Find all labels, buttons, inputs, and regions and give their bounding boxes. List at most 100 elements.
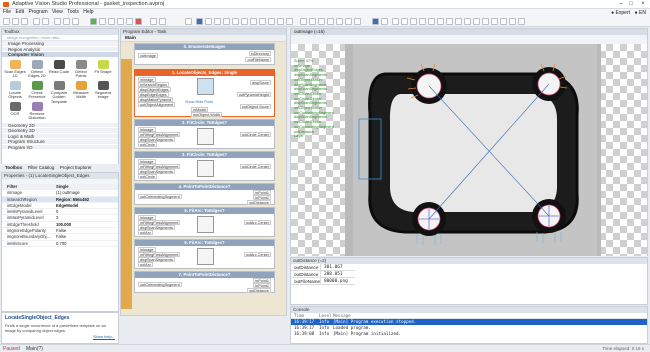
tab-toolbox[interactable]: Toolbox	[5, 165, 22, 170]
tool-detect-points[interactable]: Detect Points	[70, 59, 92, 80]
move-icon[interactable]	[381, 18, 388, 25]
step-out-icon[interactable]	[126, 18, 133, 25]
maximize-icon[interactable]: □	[627, 1, 635, 7]
program-step[interactable]: 7. PointToPointDistance? outConnectingSe…	[134, 271, 275, 293]
step-port[interactable]: outCircle	[138, 142, 157, 147]
step-port[interactable]: outCircle	[138, 174, 157, 179]
step-port[interactable]: outObjectAlignment	[138, 102, 176, 107]
stop-icon[interactable]	[135, 18, 142, 25]
arc-tool-icon[interactable]	[437, 18, 444, 25]
step-port[interactable]: outConnectingSegment	[138, 282, 182, 287]
tab-project-explorer[interactable]: Project Explorer	[60, 165, 92, 170]
split-icon[interactable]	[318, 18, 325, 25]
data-row[interactable]: outDistance 288.051	[291, 271, 647, 278]
menu-edit[interactable]: Edit	[15, 9, 24, 16]
camera-icon[interactable]	[150, 18, 157, 25]
tool-remove-distortion[interactable]: Remove Distortion	[26, 101, 48, 122]
ruler-icon[interactable]	[259, 18, 266, 25]
circle-tool-icon[interactable]	[401, 18, 408, 25]
step-port[interactable]: outCircle.Center	[239, 164, 271, 169]
show-hide-ports-link[interactable]: Show Hide Ports	[185, 100, 213, 104]
tool-compare-golden[interactable]: Compare Golden Template	[48, 80, 70, 103]
rectangle-tool-icon[interactable]	[392, 18, 399, 25]
data-row[interactable]: outFileName 00000.png	[291, 278, 647, 285]
polygon-tool-icon[interactable]	[410, 18, 417, 25]
line-tool-icon[interactable]	[419, 18, 426, 25]
text-icon[interactable]	[241, 18, 248, 25]
step-port[interactable]: outFileName	[245, 57, 271, 62]
step-port[interactable]: outObject.Score	[239, 104, 271, 109]
step-port[interactable]: outCircle.Center	[239, 132, 271, 137]
program-step[interactable]: 4. PointToPointDistance? outConnectingSe…	[134, 183, 275, 205]
image-canvas[interactable]: Zoom: 47% outImage dispObjectEdges dispS…	[291, 44, 647, 256]
step-port[interactable]: dispScore	[250, 80, 271, 85]
align-icon[interactable]	[518, 18, 525, 25]
close-icon[interactable]: ×	[639, 1, 647, 7]
tab-filter-catalog[interactable]: Filter Catalog	[28, 165, 55, 170]
step-port[interactable]: outConnectingSegment	[138, 194, 182, 199]
shape-icon[interactable]	[277, 18, 284, 25]
image-icon[interactable]	[345, 18, 352, 25]
program-step-selected[interactable]: 1. LocateObjects_Edges: Single inImage i…	[134, 69, 275, 117]
tool-segment-image[interactable]: Segment Image	[92, 80, 114, 101]
tab-main[interactable]: Main	[125, 36, 136, 41]
tool-ocr[interactable]: OCR	[4, 101, 26, 122]
program-step[interactable]: 0. EnumerateImages outImage inDirectory …	[134, 43, 275, 65]
mask-icon[interactable]	[473, 18, 480, 25]
step-port[interactable]: outImage	[138, 53, 158, 58]
program-step[interactable]: 3. FitCircle: ToEdges? inImage inFitting…	[134, 151, 275, 181]
step-port[interactable]: inDirectory	[248, 51, 271, 56]
brush-icon[interactable]	[446, 18, 453, 25]
menu-file[interactable]: File	[3, 9, 11, 16]
cursor-icon[interactable]	[372, 18, 379, 25]
property-row[interactable]: inMinScore 0.700	[2, 241, 118, 247]
menu-program[interactable]: Program	[28, 9, 47, 16]
cut-icon[interactable]	[54, 18, 61, 25]
tool-fit-shape[interactable]: Fit Shape	[92, 59, 114, 80]
eraser-icon[interactable]	[455, 18, 462, 25]
chart-icon[interactable]	[223, 18, 230, 25]
new-icon[interactable]	[3, 18, 10, 25]
program-step[interactable]: 5. FitArc: ToEdges? inImage inFittingFie…	[134, 207, 275, 237]
program-step[interactable]: 2. FitCircle: ToEdges? inImage inFitting…	[134, 119, 275, 149]
step-port[interactable]: outArc.Center	[243, 220, 271, 225]
paste-icon[interactable]	[72, 18, 79, 25]
zoom-icon[interactable]	[250, 18, 257, 25]
run-icon[interactable]	[90, 18, 97, 25]
step-over-icon[interactable]	[108, 18, 115, 25]
invert-icon[interactable]	[482, 18, 489, 25]
show-help-link[interactable]: Show help...	[5, 334, 115, 339]
console-icon[interactable]	[354, 18, 361, 25]
list-icon[interactable]	[309, 18, 316, 25]
iterate-icon[interactable]	[99, 18, 106, 25]
minimize-icon[interactable]: –	[617, 1, 625, 7]
step-port[interactable]: outArc	[138, 230, 153, 235]
menu-tools[interactable]: Tools	[67, 9, 79, 16]
redo-icon[interactable]	[42, 18, 49, 25]
step-port[interactable]: outDistance	[246, 288, 271, 293]
point-tool-icon[interactable]	[428, 18, 435, 25]
menu-help[interactable]: Help	[83, 9, 93, 16]
copy-icon[interactable]	[63, 18, 70, 25]
step-into-icon[interactable]	[117, 18, 124, 25]
step-port[interactable]: outArc.Center	[243, 252, 271, 257]
tool-scan-edges[interactable]: Scan Edges 1D	[4, 59, 26, 80]
square-icon[interactable]	[300, 18, 307, 25]
tool-locate-objects[interactable]: Locate Objects	[4, 80, 26, 101]
tool-detect-edges[interactable]: Detect Edges 2D	[26, 59, 48, 80]
program-step[interactable]: 6. FitArc: ToEdges? inImage inFittingFie…	[134, 239, 275, 269]
pointer-icon[interactable]	[196, 18, 203, 25]
fill-icon[interactable]	[464, 18, 471, 25]
crop-icon[interactable]	[509, 18, 516, 25]
category-program-io[interactable]: Program I/O	[2, 144, 118, 150]
step-port[interactable]: outArc	[138, 262, 153, 267]
tool-check-presence[interactable]: Check Presence	[26, 80, 48, 101]
pause-icon[interactable]	[159, 18, 166, 25]
palette-icon[interactable]	[286, 18, 293, 25]
layout-icon[interactable]	[205, 18, 212, 25]
console-row[interactable]: 16:39:08 Info [Main] Program initialized…	[291, 331, 647, 337]
columns-icon[interactable]	[327, 18, 334, 25]
rows-icon[interactable]	[336, 18, 343, 25]
open-icon[interactable]	[12, 18, 19, 25]
data-row[interactable]: outDistance 301.067	[291, 264, 647, 271]
